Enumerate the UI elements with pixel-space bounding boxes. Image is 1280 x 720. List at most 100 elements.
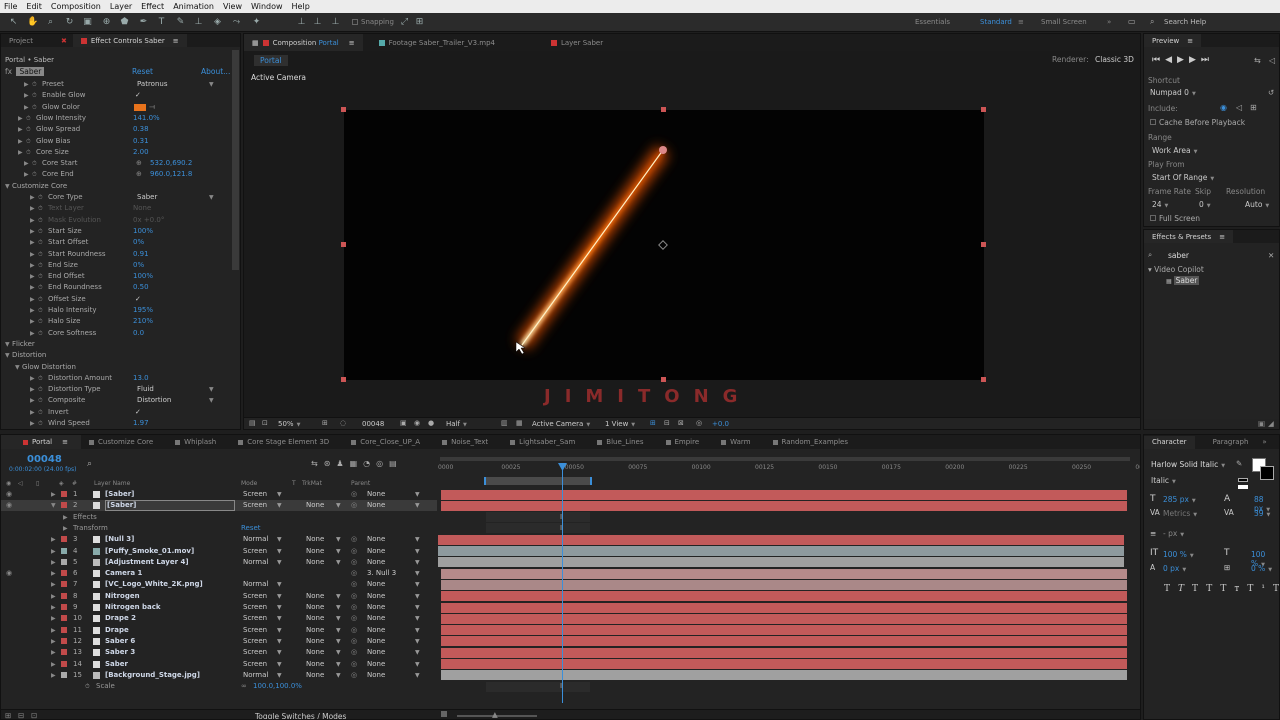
tab-preview[interactable]: Preview ≡ — [1144, 34, 1202, 47]
zoom-out-icon[interactable] — [441, 711, 447, 717]
clone-stamp-tool-icon[interactable]: ⊥ — [193, 17, 204, 28]
track-matte-dropdown[interactable]: None — [306, 613, 324, 624]
layer-row[interactable]: ▶ 15 [Background_Stage.jpg] Normal ▼ None ▼ ◎ No… — [1, 670, 437, 681]
label-color-swatch[interactable] — [61, 615, 67, 622]
chevron-down-icon[interactable]: ▼ — [415, 613, 420, 624]
expand-icon[interactable]: ▼ — [5, 339, 10, 350]
layer-duration-bar[interactable] — [441, 602, 1127, 613]
stopwatch-icon[interactable]: ⏱ — [32, 79, 37, 90]
superscript-icon[interactable]: T¹ — [1247, 584, 1273, 594]
subscript-icon[interactable]: T₁ — [1273, 584, 1279, 594]
parent-dropdown[interactable]: None — [367, 546, 385, 557]
prop-value[interactable]: 960.0,121.8 — [150, 169, 192, 180]
parent-dropdown[interactable]: None — [367, 636, 385, 647]
prop-value[interactable]: 210% — [133, 316, 153, 327]
parent-pickwhip-icon[interactable]: ◎ — [351, 625, 357, 636]
blend-mode-dropdown[interactable]: Screen — [243, 613, 267, 624]
expand-icon[interactable]: ▶ — [18, 124, 23, 135]
preset-group[interactable]: ▾ Video Copilot — [1148, 265, 1204, 274]
prop-value[interactable]: 141.0% — [133, 113, 160, 124]
expand-modes-icon[interactable]: ⊡ — [31, 711, 37, 719]
font-family-dropdown[interactable]: Harlow Solid Italic — [1151, 460, 1225, 469]
parent-pickwhip-icon[interactable]: ◎ — [351, 500, 357, 511]
expand-icon[interactable]: ▶ — [24, 90, 29, 101]
expand-icon[interactable]: ▼ — [15, 362, 20, 373]
chevron-down-icon[interactable]: ▼ — [415, 636, 420, 647]
layer-duration-bar[interactable] — [438, 534, 1124, 545]
prop-value[interactable]: 0% — [133, 260, 144, 271]
expand-layer-icon[interactable]: ▶ — [51, 546, 56, 557]
resolution-dropdown-preview[interactable]: Auto — [1245, 200, 1269, 209]
expand-icon[interactable]: ▶ — [30, 203, 35, 214]
stopwatch-icon[interactable]: ⏱ — [38, 249, 43, 260]
layer-name[interactable]: Drape 2 — [105, 613, 136, 624]
tab-project[interactable]: Project — [1, 34, 61, 47]
transparency-grid-icon[interactable]: ▦ — [516, 419, 523, 427]
hand-tool-icon[interactable]: ✋ — [27, 17, 38, 28]
menu-layer[interactable]: Layer — [110, 2, 132, 11]
label-color-swatch[interactable] — [61, 547, 67, 554]
expand-icon[interactable]: ▼ — [5, 350, 10, 361]
timeline-tab-empire[interactable]: Empire — [658, 435, 708, 449]
pen-tool-icon[interactable]: ✒ — [138, 17, 149, 28]
expand-icon[interactable]: ▶ — [30, 260, 35, 271]
motion-blur-icon[interactable]: ◔ — [363, 459, 376, 468]
layer-duration-bar[interactable] — [441, 613, 1127, 624]
chevron-down-icon[interactable]: ▼ — [415, 670, 420, 681]
scrollbar[interactable] — [232, 50, 239, 270]
layer-row[interactable]: ▶ 14 Saber Screen ▼ None ▼ ◎ None ▼ — [1, 659, 437, 670]
expand-layer-icon[interactable]: ▶ — [51, 591, 56, 602]
effect-prop-invert[interactable]: ▶ ⏱ Invert ✓ — [1, 407, 229, 418]
effect-prop-glow-spread[interactable]: ▶ ⏱ Glow Spread 0.38 — [1, 124, 229, 135]
prop-value[interactable]: 0.50 — [133, 282, 149, 293]
timeline-icon[interactable]: ⊟ — [664, 419, 670, 427]
effect-prop-glow-intensity[interactable]: ▶ ⏱ Glow Intensity 141.0% — [1, 113, 229, 124]
resize-icon[interactable]: ◢ — [1268, 419, 1274, 428]
chevron-down-icon[interactable]: ▼ — [336, 659, 341, 670]
expand-icon[interactable]: ▶ — [24, 169, 29, 180]
layer-row[interactable]: ▶ 9 Nitrogen back Screen ▼ None ▼ ◎ None ▼ — [1, 602, 437, 613]
layer-name[interactable]: Saber 6 — [105, 636, 135, 647]
parent-pickwhip-icon[interactable]: ◎ — [351, 534, 357, 545]
prop-value[interactable]: Saber — [137, 192, 157, 203]
layer-name[interactable]: [Puffy_Smoke_01.mov] — [105, 546, 194, 557]
layer-row[interactable]: ▶ 4 [Puffy_Smoke_01.mov] Screen ▼ None ▼ ◎ None ▼ — [1, 546, 437, 557]
search-help-input[interactable]: Search Help — [1164, 18, 1206, 26]
label-color-swatch[interactable] — [61, 558, 67, 565]
parent-pickwhip-icon[interactable]: ◎ — [351, 636, 357, 647]
parent-dropdown[interactable]: None — [367, 557, 385, 568]
timeline-tab-random-examples[interactable]: Random_Examples — [765, 435, 857, 449]
menu-view[interactable]: View — [223, 2, 242, 11]
parent-dropdown[interactable]: None — [367, 579, 385, 590]
layer-duration-bar[interactable] — [441, 636, 1127, 647]
effect-prop-core-size[interactable]: ▶ ⏱ Core Size 2.00 — [1, 147, 229, 158]
expand-layer-icon[interactable]: ▼ — [51, 500, 56, 511]
mask-icon[interactable]: ◌ — [340, 419, 346, 427]
parent-dropdown[interactable]: None — [367, 647, 385, 658]
roto-brush-tool-icon[interactable]: ⤳ — [231, 17, 242, 28]
tab-composition[interactable]: ▦ Composition Portal ≡ — [244, 34, 363, 51]
chevron-down-icon[interactable]: ▼ — [415, 602, 420, 613]
expand-layer-icon[interactable]: ▶ — [51, 579, 56, 590]
first-frame-icon[interactable]: ⏮ — [1152, 55, 1165, 65]
expand-icon[interactable]: ▶ — [30, 316, 35, 327]
stopwatch-icon[interactable]: ⏱ — [38, 226, 43, 237]
region-icon[interactable]: ⊡ — [262, 419, 268, 427]
tab-paragraph[interactable]: Paragraph — [1205, 436, 1257, 449]
blend-mode-dropdown[interactable]: Normal — [243, 534, 268, 545]
expand-icon[interactable]: ▶ — [30, 373, 35, 384]
expand-icon[interactable]: ▶ — [30, 192, 35, 203]
expand-layer-icon[interactable]: ▶ — [51, 613, 56, 624]
brush-tool-icon[interactable]: ✎ — [175, 17, 186, 28]
draft-3d-icon[interactable]: ⊛ — [324, 459, 337, 468]
stopwatch-icon[interactable]: ⏱ — [32, 90, 37, 101]
chevron-down-icon[interactable]: ▼ — [336, 613, 341, 624]
zoom-tool-icon[interactable]: ⌕ — [45, 17, 56, 28]
effect-prop-core-start[interactable]: ▶ ⏱ Core Start ⊕ 532.0,690.2 — [1, 158, 229, 169]
expand-icon[interactable]: ▶ — [30, 237, 35, 248]
layer-row[interactable]: ▶ 5 [Adjustment Layer 4] Normal ▼ None ▼ ◎ None ▼ — [1, 557, 437, 568]
menu-file[interactable]: File — [4, 2, 17, 11]
expand-icon[interactable]: ▼ — [5, 181, 10, 192]
snapshot-icon[interactable]: ▣ — [400, 419, 407, 427]
visibility-eye-icon[interactable]: ◉ — [6, 568, 12, 579]
